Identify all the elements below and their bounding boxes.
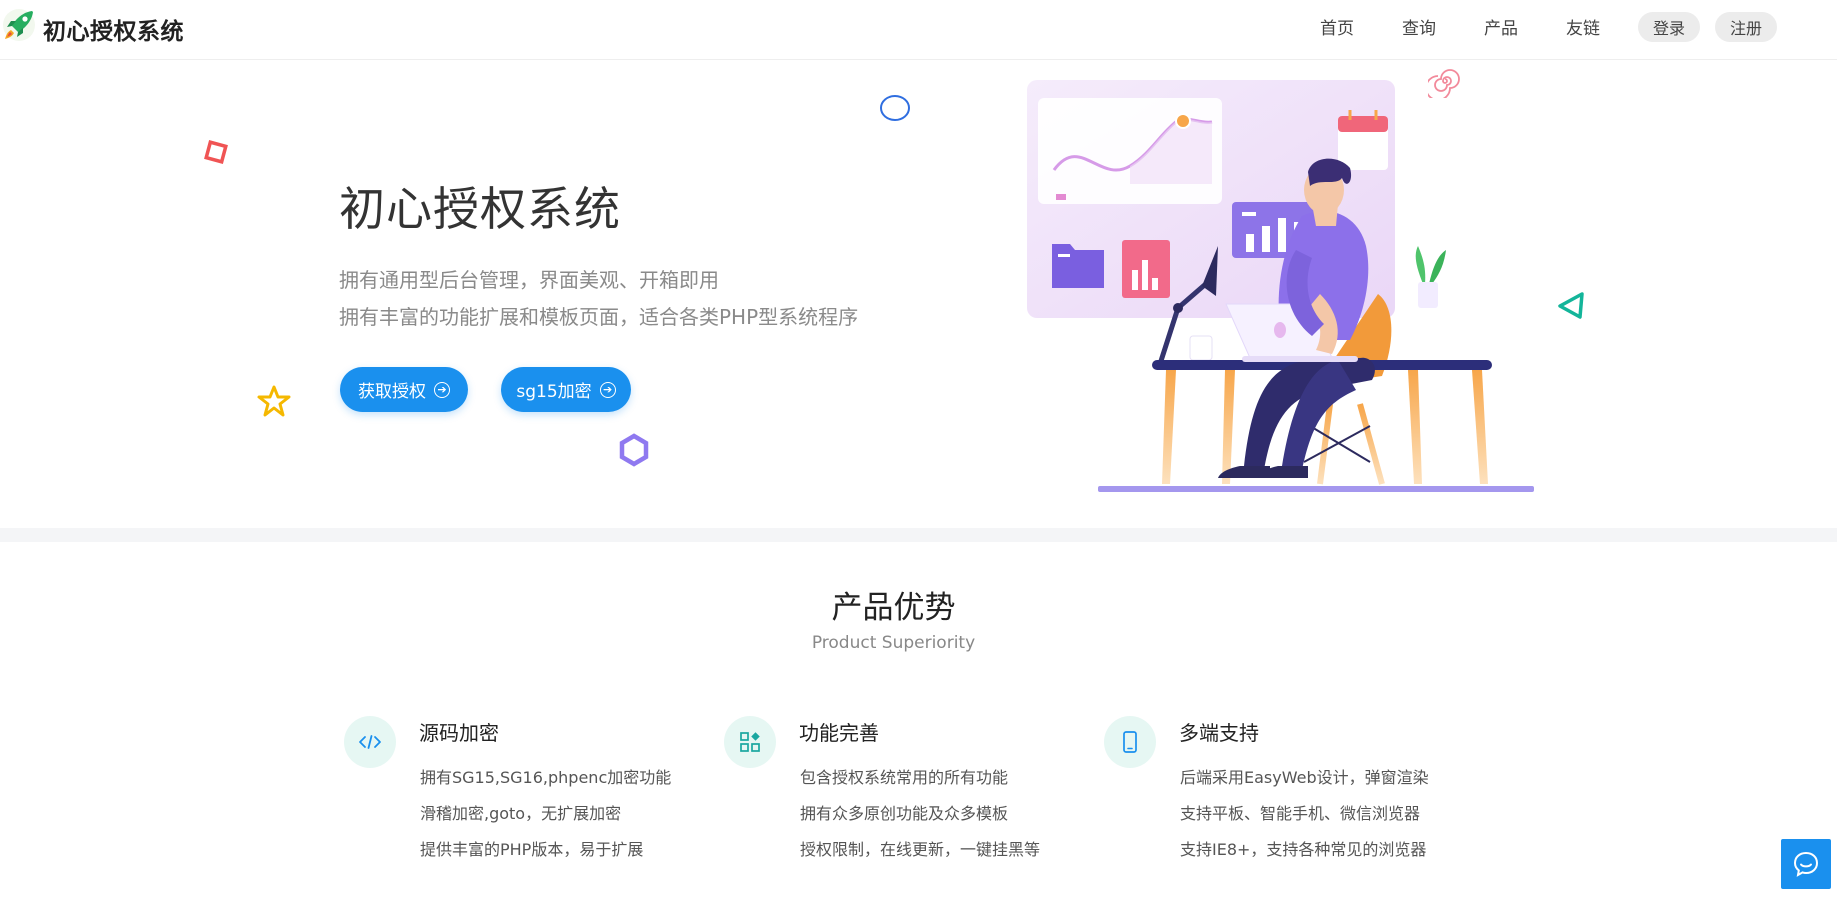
feature-1-title: 源码加密 (419, 721, 499, 745)
hero-desc-line-2: 拥有丰富的功能扩展和模板页面，适合各类PHP型系统程序 (339, 305, 859, 329)
feature-2-line-1: 包含授权系统常用的所有功能 (800, 768, 1009, 787)
feature-2-title: 功能完善 (799, 721, 879, 745)
nav-query[interactable]: 查询 (1402, 14, 1436, 39)
feature-3-line-1: 后端采用EasyWeb设计，弹窗渲染 (1180, 768, 1429, 787)
hero-desc-line-1: 拥有通用型后台管理，界面美观、开箱即用 (339, 268, 719, 292)
feature-2-icon-circle (724, 716, 776, 768)
nav-home[interactable]: 首页 (1320, 14, 1354, 39)
get-license-button[interactable]: 获取授权 ➔ (340, 367, 468, 412)
feature-1-line-1: 拥有SG15,SG16,phpenc加密功能 (420, 768, 672, 787)
code-icon (359, 735, 381, 749)
feature-2-line-3: 授权限制，在线更新，一键挂黑等 (800, 840, 1041, 859)
feature-3-line-3: 支持IE8+，支持各种常见的浏览器 (1180, 840, 1427, 859)
get-license-label: 获取授权 (358, 382, 426, 402)
arrow-right-circle-icon: ➔ (599, 381, 616, 398)
feature-3-line-2: 支持平板、智能手机、微信浏览器 (1180, 804, 1421, 823)
nav-products[interactable]: 产品 (1484, 14, 1518, 39)
star-outline-icon (257, 385, 291, 417)
chat-support-button[interactable] (1781, 839, 1831, 889)
circle-outline-icon (880, 95, 910, 121)
chat-bubble-icon (1793, 851, 1819, 877)
feature-1-line-2: 滑稽加密,goto，无扩展加密 (420, 804, 622, 823)
triangle-outline-icon (1558, 292, 1584, 319)
feature-2-line-2: 拥有众多原创功能及众多模板 (800, 804, 1009, 823)
feature-1-line-3: 提供丰富的PHP版本，易于扩展 (420, 840, 644, 859)
top-navbar: 初心授权系统 首页 查询 产品 友链 登录 注册 (0, 0, 1837, 60)
hexagon-outline-icon (619, 433, 649, 467)
square-outline-icon (204, 140, 228, 164)
feature-3-icon-circle (1104, 716, 1156, 768)
brand-name[interactable]: 初心授权系统 (43, 12, 184, 46)
sg15-encrypt-button[interactable]: sg15加密 ➔ (501, 367, 631, 412)
nav-friend-links[interactable]: 友链 (1566, 14, 1600, 39)
section-divider (0, 528, 1837, 542)
hero-section: 初心授权系统 拥有通用型后台管理，界面美观、开箱即用 拥有丰富的功能扩展和模板页… (0, 60, 1837, 528)
arrow-right-circle-icon: ➔ (434, 381, 450, 398)
tablet-icon (1123, 731, 1137, 753)
login-button[interactable]: 登录 (1638, 12, 1700, 42)
sg15-encrypt-label: sg15加密 (516, 382, 592, 402)
features-subtitle: Product Superiority (811, 633, 976, 653)
rocket-logo-icon (3, 9, 35, 41)
hero-title: 初心授权系统 (339, 182, 621, 236)
developer-desk-illustration (1027, 80, 1534, 492)
features-title: 产品优势 (831, 590, 956, 626)
feature-3-title: 多端支持 (1179, 721, 1259, 745)
feature-1-icon-circle (344, 716, 396, 768)
register-button[interactable]: 注册 (1715, 12, 1777, 42)
widgets-icon (740, 732, 760, 752)
